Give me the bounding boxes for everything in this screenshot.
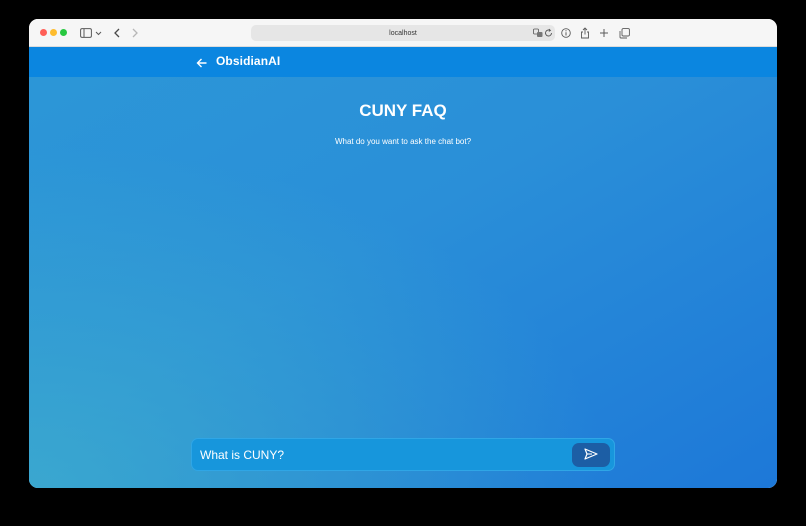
translate-icon[interactable] [533,28,543,38]
plus-icon[interactable] [599,25,609,41]
info-icon[interactable] [561,25,571,41]
chevron-down-icon[interactable] [94,25,102,41]
zoom-window-button[interactable] [60,29,67,36]
chevron-right-icon[interactable] [130,25,140,41]
reload-icon[interactable] [544,28,553,38]
browser-window: localhost ObsidianAI CUNY FAQ What do yo… [29,19,777,488]
send-icon [584,447,598,463]
brand-logo-text[interactable]: ObsidianAI [216,54,280,68]
send-button[interactable] [572,443,610,467]
chevron-left-icon[interactable] [112,25,122,41]
page-subtitle: What do you want to ask the chat bot? [334,137,472,146]
address-bar[interactable]: localhost [251,25,555,41]
url-text: localhost [389,29,417,37]
chat-input[interactable] [200,445,560,465]
sidebar-icon[interactable] [79,25,93,41]
tabs-overview-icon[interactable] [618,25,630,41]
browser-toolbar: localhost [29,19,777,47]
minimize-window-button[interactable] [50,29,57,36]
web-content: ObsidianAI CUNY FAQ What do you want to … [29,47,777,488]
app-header: ObsidianAI [29,47,777,77]
share-icon[interactable] [580,25,590,41]
chat-composer [191,438,615,471]
close-window-button[interactable] [40,29,47,36]
page-title: CUNY FAQ [359,101,447,120]
arrow-left-icon[interactable] [196,56,208,68]
